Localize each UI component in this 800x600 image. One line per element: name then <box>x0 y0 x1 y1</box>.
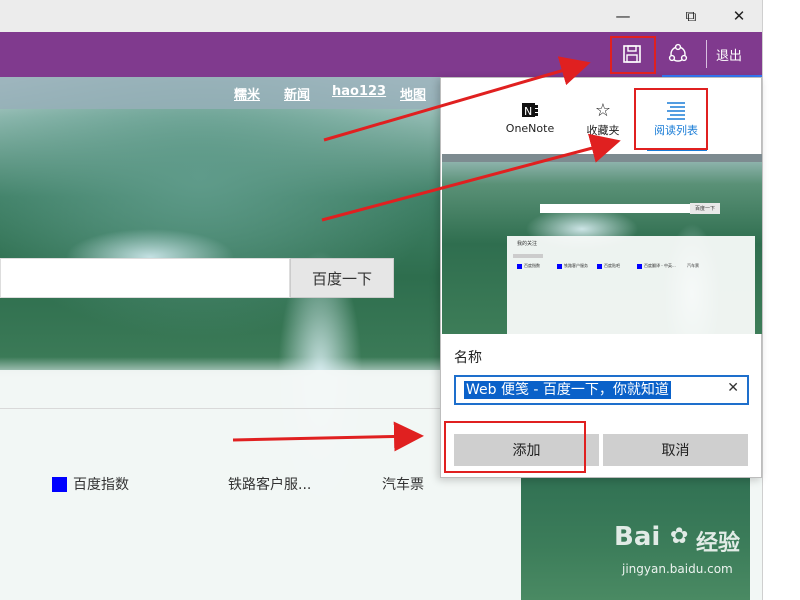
svg-text:N: N <box>524 105 532 118</box>
preview-link: 百度指数 <box>524 263 540 268</box>
share-icon <box>668 43 688 62</box>
star-icon: ☆ <box>594 99 612 121</box>
watermark: Bai ✿ 经验 jingyan.baidu.com <box>614 522 764 582</box>
share-button[interactable] <box>658 36 698 72</box>
close-icon[interactable]: ✕ <box>716 0 762 32</box>
preview-search <box>540 204 690 213</box>
preview-link: 百度翻译 - 中英... <box>644 263 676 268</box>
preview-search-button: 百度一下 <box>690 203 720 214</box>
link-label: 铁路客户服... <box>228 477 312 493</box>
link-label: 汽车票 <box>382 477 424 493</box>
exit-button[interactable]: 退出 <box>716 45 742 64</box>
preview-title: 我的关注 <box>517 241 538 247</box>
name-label: 名称 <box>454 350 482 366</box>
preview-link: 汽车票 <box>687 263 699 268</box>
page-preview: 百度一下 我的关注 百度指数 铁路客户服务 百度贴吧 百度翻译 - 中英... … <box>442 154 762 334</box>
save-web-note-panel: N OneNote ☆ 收藏夹 阅读列表 百度一下 我的关注 百度指数 铁路客户… <box>440 77 762 478</box>
tab-onenote[interactable]: N OneNote <box>490 98 570 144</box>
preview-card: 我的关注 百度指数 铁路客户服务 百度贴吧 百度翻译 - 中英... 汽车票 <box>507 236 755 334</box>
highlight-add <box>444 421 586 473</box>
tab-label: 收藏夹 <box>586 124 620 137</box>
preview-topbar <box>442 154 762 162</box>
watermark-brand: Bai <box>614 522 661 552</box>
restore-icon[interactable]: ⧉ <box>668 0 714 32</box>
preview-link: 铁路客户服务 <box>564 263 588 268</box>
paw-icon: ✿ <box>670 524 689 549</box>
link-bus-ticket[interactable]: 汽车票 <box>382 474 424 494</box>
nav-link-map[interactable]: 地图 <box>400 84 426 103</box>
highlight-save <box>610 36 656 74</box>
title-bar: — ⧉ ✕ <box>0 0 762 32</box>
link-baidu-index[interactable]: 百度指数 <box>52 474 129 494</box>
name-field-value: Web 便笺 - 百度一下，你就知道 <box>464 381 671 399</box>
minimize-icon[interactable]: — <box>600 0 646 32</box>
clear-icon[interactable]: ✕ <box>727 380 739 396</box>
watermark-url: jingyan.baidu.com <box>622 562 733 576</box>
tab-label: OneNote <box>505 122 555 135</box>
search-button[interactable]: 百度一下 <box>290 258 394 298</box>
link-label: 百度指数 <box>73 477 129 493</box>
name-field[interactable]: Web 便笺 - 百度一下，你就知道 ✕ <box>454 375 749 405</box>
nav-link-nuomi[interactable]: 糯米 <box>234 84 260 103</box>
app-icon <box>52 476 67 492</box>
watermark-brand2: 经验 <box>696 531 741 556</box>
highlight-reading-list <box>634 88 708 150</box>
app-window: — ⧉ ✕ 退出 糯米 新闻 hao123 地图 百度一下 百度指数 铁路客户服… <box>0 0 800 600</box>
tab-favorites[interactable]: ☆ 收藏夹 <box>563 98 643 144</box>
window-edge <box>762 0 800 600</box>
onenote-icon: N <box>490 98 570 122</box>
cancel-button[interactable]: 取消 <box>603 434 748 466</box>
search-input[interactable] <box>0 258 290 298</box>
toolbar-separator <box>706 40 707 68</box>
nav-link-hao123[interactable]: hao123 <box>332 84 386 99</box>
link-railway[interactable]: 铁路客户服... <box>228 474 311 494</box>
nav-link-news[interactable]: 新闻 <box>284 84 310 103</box>
preview-link: 百度贴吧 <box>604 263 620 268</box>
